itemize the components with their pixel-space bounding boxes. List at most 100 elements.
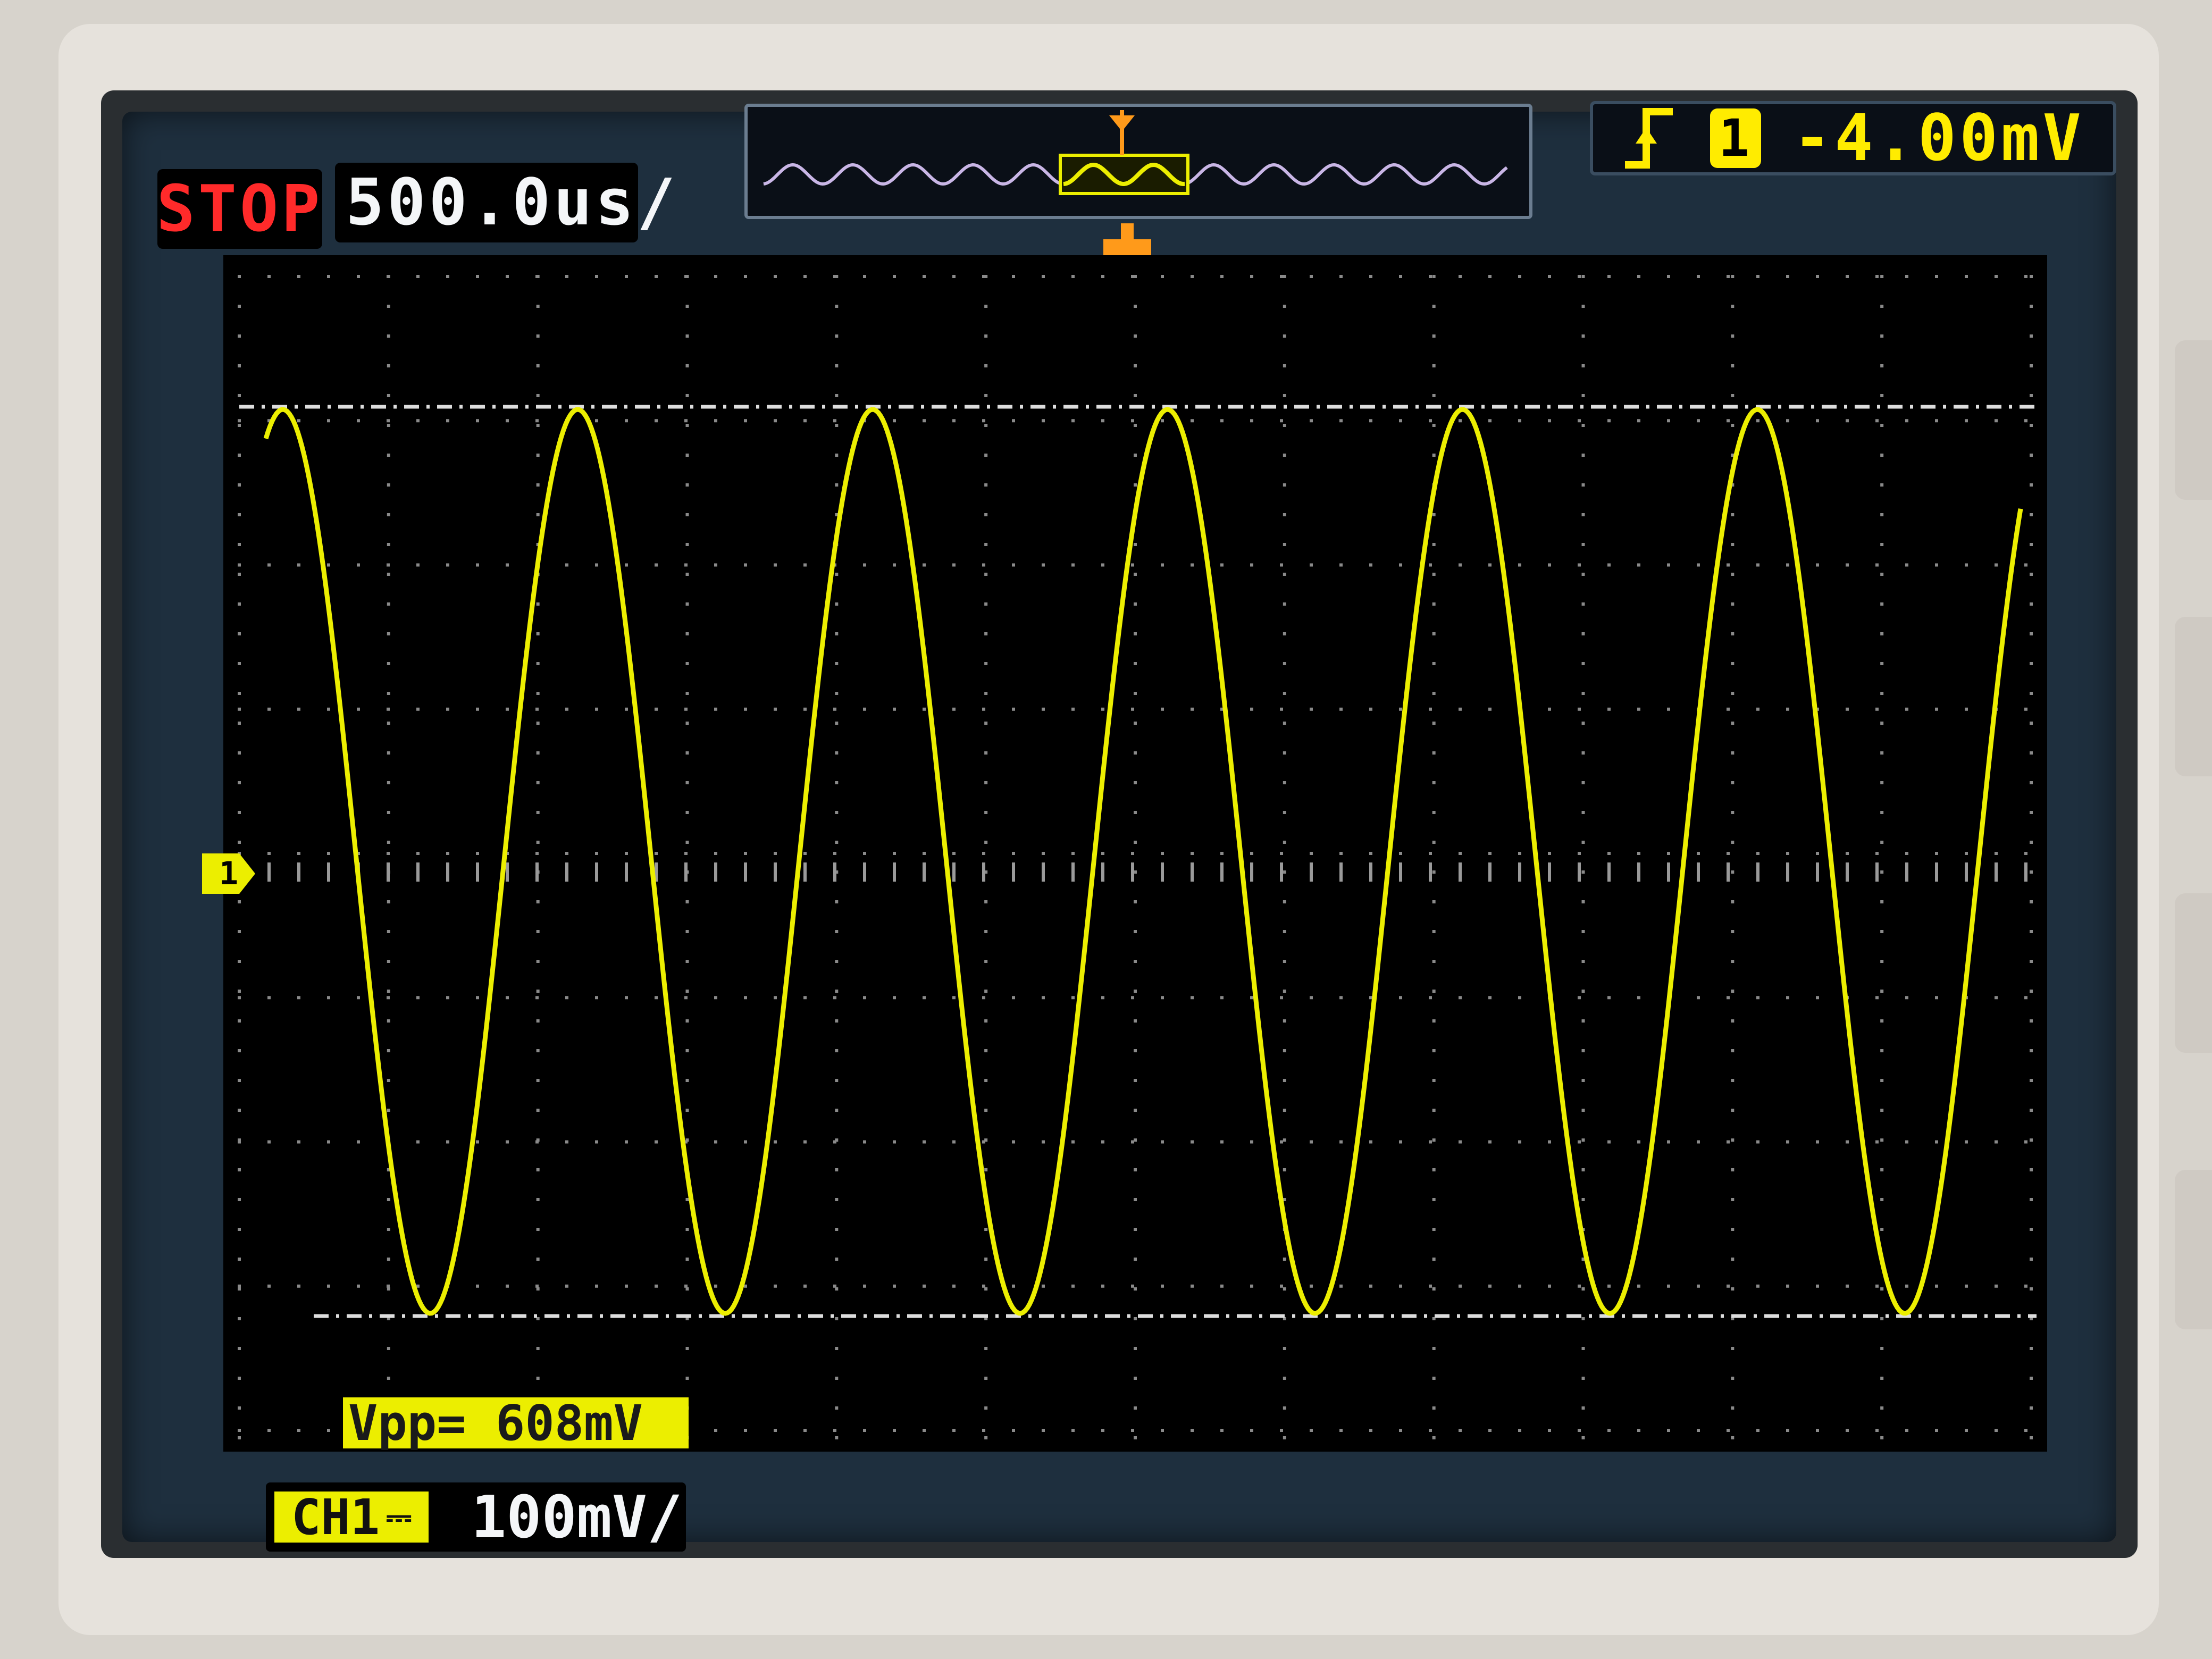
grid-dot (1581, 632, 1585, 635)
grid-dot (536, 1168, 540, 1171)
grid-dot (1880, 364, 1884, 367)
grid-dot (684, 996, 688, 1000)
softkey-3[interactable] (2175, 893, 2212, 1053)
run-stop-status[interactable]: STOP (157, 169, 322, 249)
grid-dot (1161, 419, 1164, 423)
grid-dot (1581, 1168, 1585, 1171)
grid-dot (1731, 692, 1735, 695)
grid-dot (1581, 305, 1585, 308)
grid-dot (1283, 424, 1286, 427)
grid-dot (1880, 543, 1884, 546)
grid-dot (536, 1109, 540, 1112)
grid-dot (1042, 996, 1045, 1000)
grid-dot (685, 1258, 689, 1261)
trigger-readout[interactable]: 1 -4.00mV (1590, 101, 2116, 175)
grid-dot (1131, 1429, 1134, 1432)
grid-dot (1965, 707, 1968, 711)
grid-dot (1816, 419, 1819, 423)
grid-dot (1161, 1140, 1164, 1144)
grid-dot (835, 1019, 839, 1023)
channel-badge[interactable]: CH1 ⎓ (274, 1489, 429, 1546)
grid-dot (1012, 419, 1015, 423)
grid-dot (1280, 1429, 1283, 1432)
grid-dot (1518, 1284, 1521, 1288)
grid-dot (984, 900, 988, 903)
grid-dot (1280, 275, 1283, 278)
grid-dot (1339, 1284, 1343, 1288)
grid-dot (1280, 1284, 1283, 1288)
grid-dot (1727, 1429, 1730, 1432)
grid-dot (1880, 1049, 1884, 1052)
grid-dot (893, 996, 896, 1000)
grid-dot (1432, 870, 1436, 874)
grid-dot (327, 707, 330, 711)
grid-dot (536, 662, 540, 665)
timebase-readout[interactable]: 500.0us/ (335, 163, 675, 242)
grid-dot (1134, 990, 1137, 993)
grid-dot (774, 1429, 777, 1432)
softkey-1[interactable] (2175, 340, 2212, 500)
grid-dot (803, 563, 807, 567)
grid-dot (1731, 632, 1735, 635)
grid-dot (1637, 1284, 1640, 1288)
grid-dot (833, 996, 836, 1000)
grid-dot (835, 692, 839, 695)
grid-dot (1667, 275, 1670, 278)
grid-dot (1581, 751, 1585, 755)
grid-dot (1134, 1258, 1137, 1261)
grid-dot (2030, 275, 2033, 278)
channel-status-bar[interactable]: CH1 ⎓ 100mV/ (266, 1482, 686, 1552)
grid-dot (982, 1284, 985, 1288)
grid-dot (1905, 563, 1908, 567)
grid-dot (536, 930, 540, 933)
grid-dot (1581, 1377, 1585, 1380)
grid-dot (1283, 751, 1286, 755)
grid-dot (685, 1049, 689, 1052)
grid-dot (1581, 662, 1585, 665)
grid-dot (506, 707, 509, 711)
grid-dot (2030, 454, 2033, 457)
grid-dot (1880, 394, 1884, 397)
grid-dot (1880, 811, 1884, 814)
grid-dot (685, 1079, 689, 1082)
grid-dot (1488, 1284, 1492, 1288)
grid-dot (1756, 707, 1759, 711)
grid-dot (238, 454, 241, 457)
grid-dot (835, 632, 839, 635)
grid-dot (536, 364, 540, 367)
grid-dot (536, 305, 540, 308)
grid-dot (1310, 996, 1313, 1000)
grid-dot (1667, 1284, 1670, 1288)
grid-dot (1134, 1436, 1137, 1439)
grid-dot (1578, 1284, 1581, 1288)
grid-dot (1727, 419, 1730, 423)
grid-dot (1131, 852, 1134, 855)
softkey-4[interactable] (2175, 1170, 2212, 1329)
grid-dot (1607, 1284, 1611, 1288)
grid-dot (1339, 852, 1343, 855)
softkey-2[interactable] (2175, 617, 2212, 776)
grid-dot (1369, 1140, 1372, 1144)
grid-dot (685, 1228, 689, 1231)
grid-dot (536, 632, 540, 635)
grid-dot (1880, 900, 1884, 903)
grid-dot (1488, 996, 1492, 1000)
grid-dot (2030, 632, 2033, 635)
grid-dot (835, 424, 839, 427)
grid-dot (1731, 1347, 1735, 1350)
grid-dot (1905, 852, 1908, 855)
grid-dot (1637, 996, 1640, 1000)
grid-dot (1134, 632, 1137, 635)
grid-dot (1637, 1429, 1640, 1432)
grid-dot (1995, 1140, 1998, 1144)
grid-dot (2030, 334, 2033, 338)
grid-dot (685, 662, 689, 665)
grid-dot (267, 852, 271, 855)
grid-dot (1101, 852, 1104, 855)
grid-dot (1101, 996, 1104, 1000)
grid-dot (327, 563, 330, 567)
grid-dot (1134, 900, 1137, 903)
grid-dot (536, 841, 540, 844)
grid-dot (1846, 707, 1849, 711)
grid-dot (1191, 1140, 1194, 1144)
